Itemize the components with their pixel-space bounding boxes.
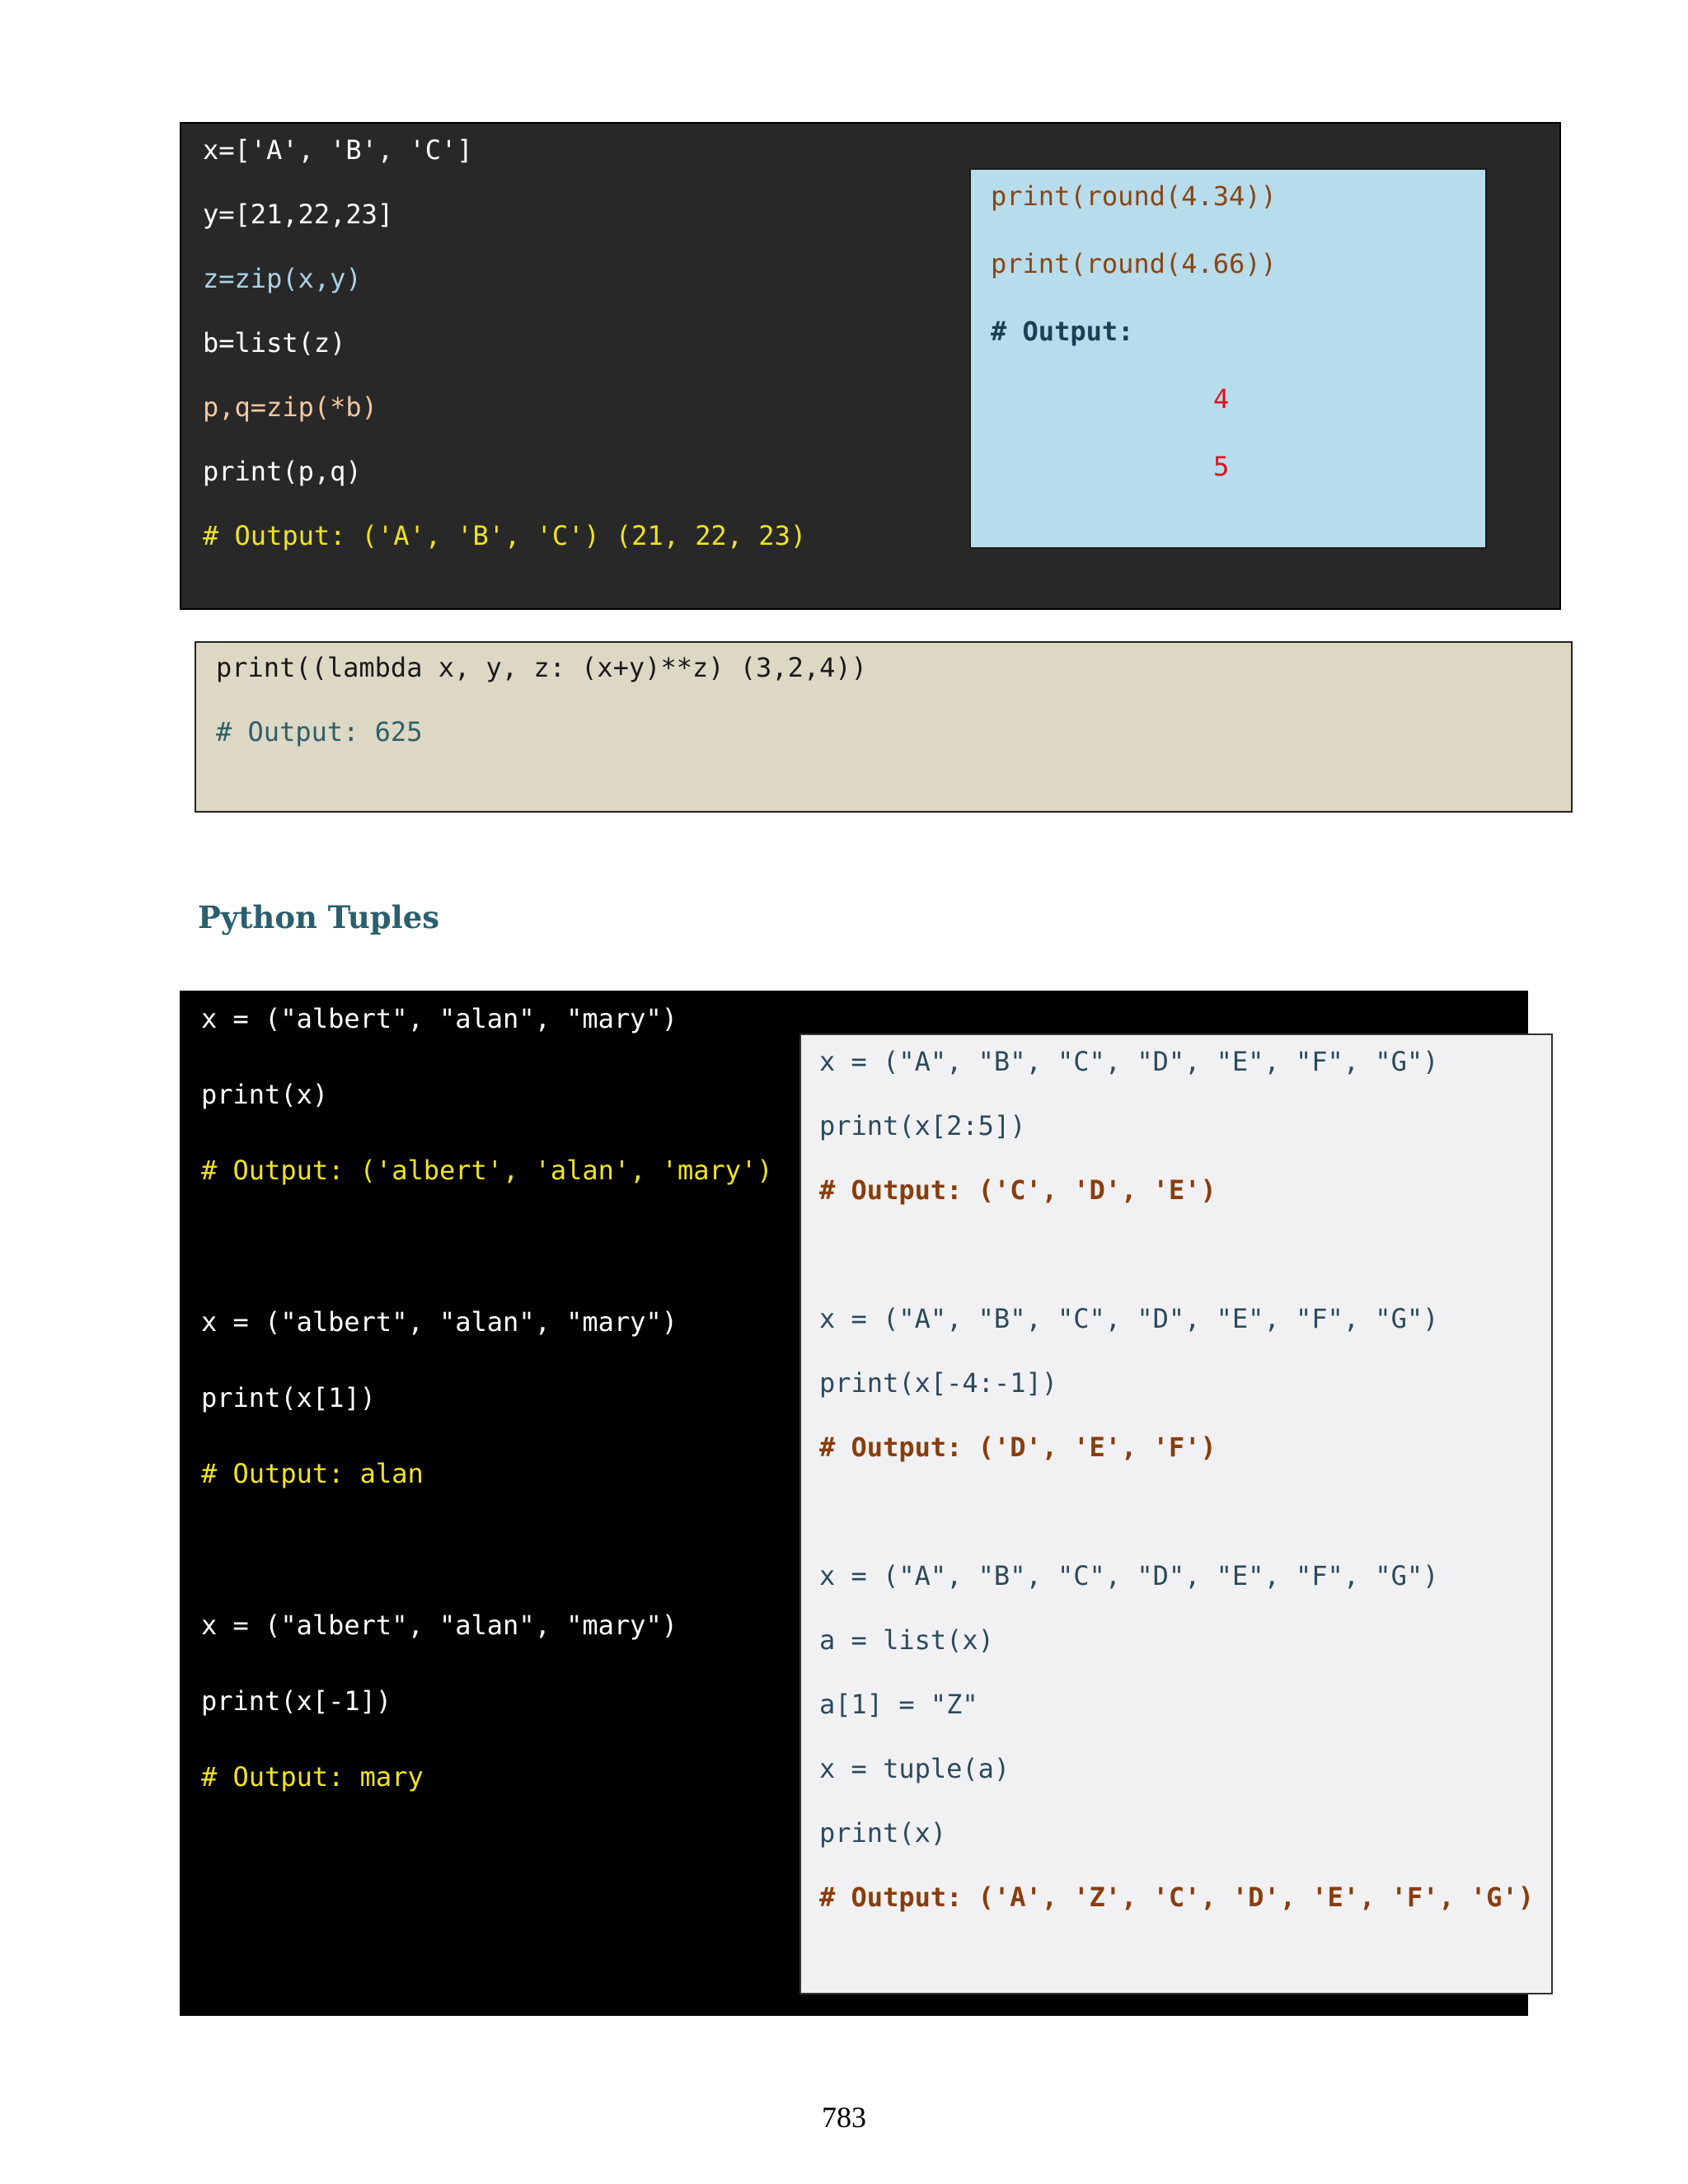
output-comment: # Output: ('A', 'B', 'C') (21, 22, 23) [203,520,807,551]
round-code-block: print(round(4.34)) print(round(4.66)) # … [969,168,1487,549]
code-line: x=['A', 'B', 'C'] [203,134,473,166]
tuple-slicing-code-block: x = ("A", "B", "C", "D", "E", "F", "G") … [799,1033,1553,1994]
output-comment: # Output: 625 [216,716,423,748]
output-value: 4 [1213,383,1230,415]
code-line: b=list(z) [203,327,346,359]
output-value: 5 [1213,451,1230,482]
output-comment: # Output: [991,316,1134,347]
code-line: a[1] = "Z" [819,1689,978,1720]
code-line: print(p,q) [203,456,362,487]
section-title: Python Tuples [198,899,440,935]
code-line: print(round(4.66)) [991,248,1277,279]
page-number: 783 [822,2101,866,2134]
code-line: x = tuple(a) [819,1753,1010,1784]
output-comment: # Output: alan [201,1458,424,1489]
code-line: x = ("A", "B", "C", "D", "E", "F", "G") [819,1560,1439,1591]
code-line: a = list(x) [819,1624,994,1656]
code-line: print((lambda x, y, z: (x+y)**z) (3,2,4)… [216,652,867,683]
output-comment: # Output: ('A', 'Z', 'C', 'D', 'E', 'F',… [819,1882,1534,1913]
code-line: p,q=zip(*b) [203,391,377,423]
output-comment: # Output: ('C', 'D', 'E') [819,1174,1217,1206]
code-line: print(x) [201,1079,329,1110]
lambda-code-block: print((lambda x, y, z: (x+y)**z) (3,2,4)… [195,641,1573,813]
code-line: print(x[2:5]) [819,1110,1026,1141]
code-line: print(x[-1]) [201,1685,392,1717]
code-line: x = ("albert", "alan", "mary") [201,1610,678,1641]
code-line: x = ("A", "B", "C", "D", "E", "F", "G") [819,1046,1439,1077]
code-line: print(x) [819,1817,947,1849]
code-line: print(x[1]) [201,1382,376,1413]
output-comment: # Output: mary [201,1761,424,1793]
code-line: z=zip(x,y) [203,263,362,294]
output-comment: # Output: ('albert', 'alan', 'mary') [201,1155,773,1186]
code-line: x = ("albert", "alan", "mary") [201,1306,678,1338]
code-line: print(round(4.34)) [991,180,1277,212]
code-line: print(x[-4:-1]) [819,1367,1057,1399]
code-line: y=[21,22,23] [203,199,394,230]
output-comment: # Output: ('D', 'E', 'F') [819,1432,1217,1463]
code-line: x = ("A", "B", "C", "D", "E", "F", "G") [819,1303,1439,1334]
code-line: x = ("albert", "alan", "mary") [201,1003,678,1034]
